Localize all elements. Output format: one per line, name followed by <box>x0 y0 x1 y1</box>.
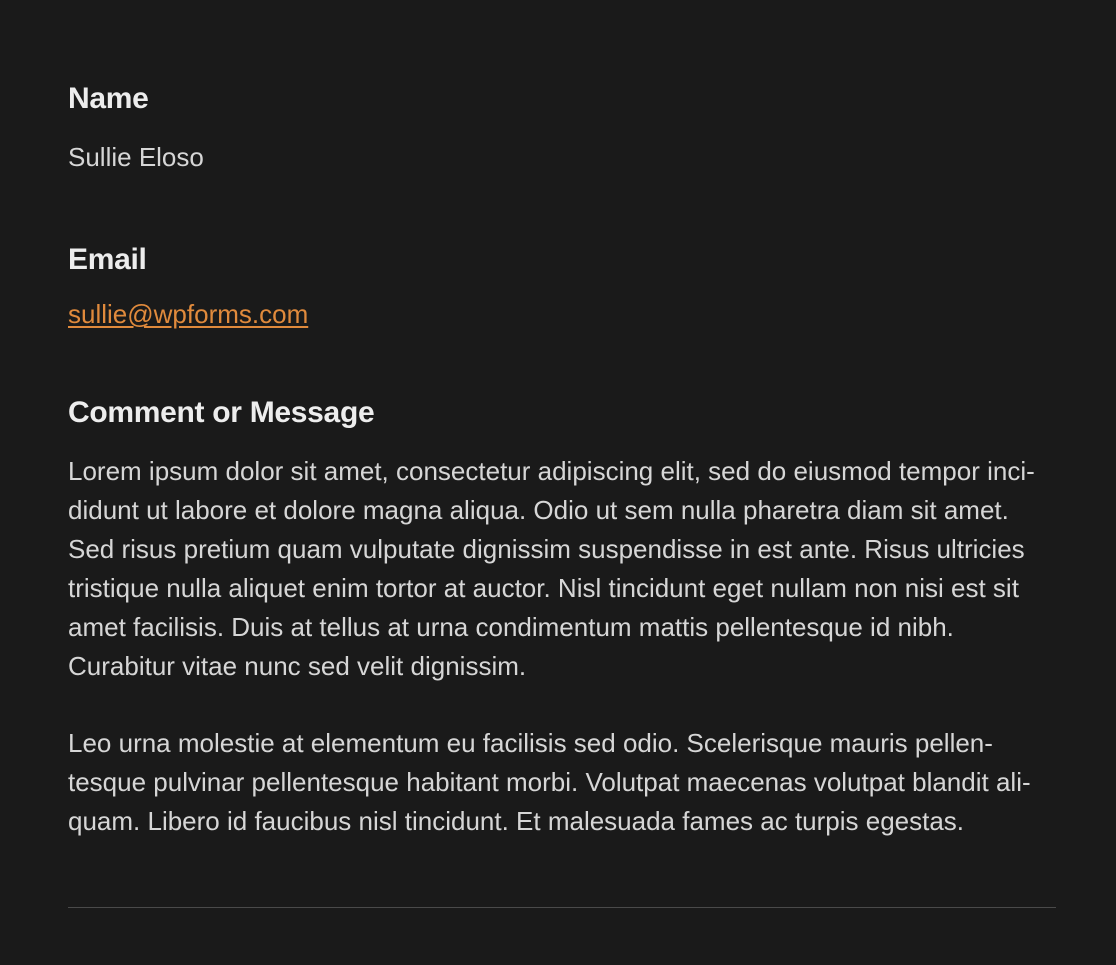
message-paragraph-1: Lorem ipsum dolor sit amet, consectetur … <box>68 452 1056 686</box>
email-label: Email <box>68 243 1056 277</box>
message-body: Lorem ipsum dolor sit amet, consectetur … <box>68 452 1056 841</box>
name-value: Sullie Eloso <box>68 138 1056 177</box>
email-field: Email sullie@wpforms.com <box>68 243 1056 330</box>
message-field: Comment or Message Lorem ipsum dolor sit… <box>68 396 1056 841</box>
name-label: Name <box>68 82 1056 116</box>
email-link[interactable]: sullie@wpforms.com <box>68 299 308 329</box>
message-paragraph-2: Leo urna molestie at elementum eu facili… <box>68 724 1056 841</box>
name-field: Name Sullie Eloso <box>68 82 1056 177</box>
section-divider <box>68 907 1056 908</box>
message-label: Comment or Message <box>68 396 1056 430</box>
